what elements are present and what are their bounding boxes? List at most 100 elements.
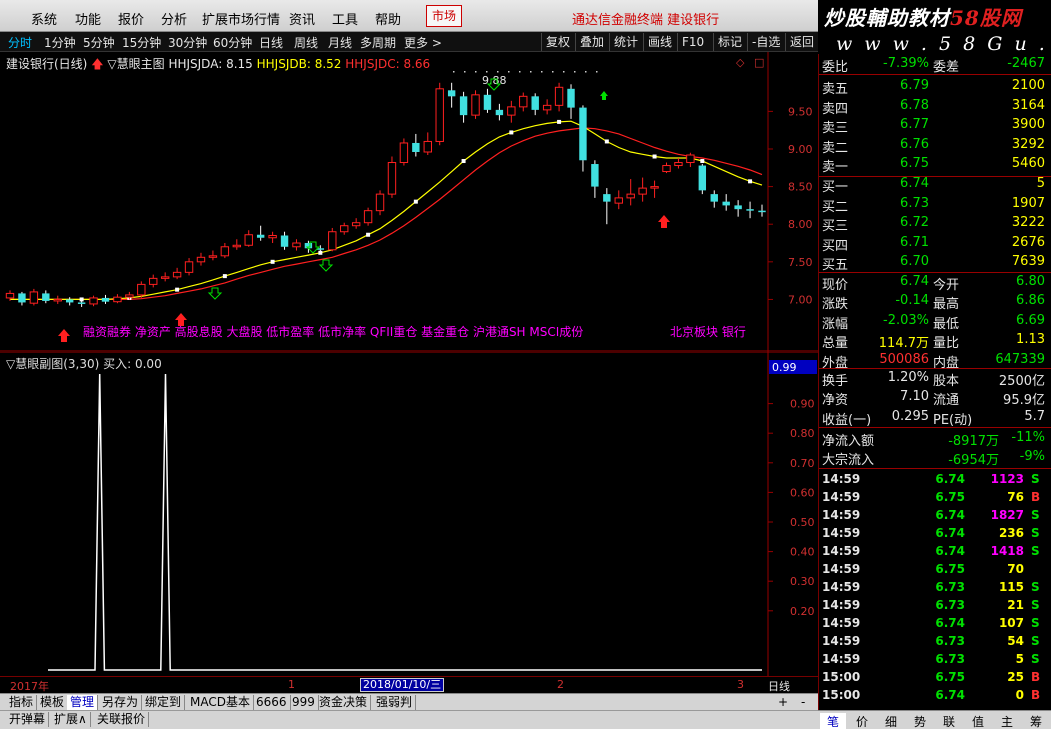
hhjsjdc-line bbox=[10, 127, 763, 300]
menu-function[interactable]: 功能 bbox=[75, 9, 101, 28]
right-tab[interactable]: 势 bbox=[907, 713, 933, 729]
sub-indicator-chart[interactable]: 0.90 0.80 0.70 0.60 0.50 0.40 0.30 0.20 0.99 ▽慧… bbox=[0, 351, 818, 676]
ask-volume: 5460 bbox=[1011, 156, 1045, 172]
zoom-in-button[interactable]: + bbox=[775, 695, 791, 710]
bid-label: 买三 bbox=[822, 219, 849, 235]
tool-back-button[interactable]: 返回 bbox=[785, 33, 818, 51]
period-1min[interactable]: 1分钟 bbox=[44, 34, 76, 51]
candle-body bbox=[758, 210, 766, 213]
main-chart-svg[interactable]: 9.50 9.00 8.50 8.00 7.50 7.00 9.88 融资融券 净资产 高… bbox=[0, 52, 818, 352]
menu-system[interactable]: 系统 bbox=[31, 9, 57, 28]
tool-draw-button[interactable]: 画线 bbox=[643, 33, 676, 51]
tab-6666[interactable]: 6666 bbox=[253, 695, 291, 710]
candle bbox=[172, 267, 182, 280]
tab-fund-decision[interactable]: 资金决策 bbox=[316, 695, 372, 710]
period-more[interactable]: 更多 > bbox=[404, 34, 442, 51]
menu-quote[interactable]: 报价 bbox=[118, 9, 144, 28]
right-tab[interactable]: 值 bbox=[965, 713, 991, 729]
marker-dot bbox=[486, 71, 488, 73]
candle-body bbox=[89, 297, 98, 305]
tool-overlay-button[interactable]: 叠加 bbox=[575, 33, 608, 51]
ask-row: 卖三 6.77 3900 bbox=[819, 117, 1051, 136]
tool-adjust-button[interactable]: 复权 bbox=[541, 33, 574, 51]
tab-bind-to[interactable]: 绑定到 bbox=[142, 695, 186, 710]
menu-extended-market[interactable]: 扩展市场行情 bbox=[202, 9, 280, 28]
candle-body bbox=[399, 142, 409, 164]
tick-price: 6.74 bbox=[935, 472, 965, 486]
candle-body bbox=[280, 235, 289, 247]
main-kline-chart[interactable]: 9.50 9.00 8.50 8.00 7.50 7.00 9.88 融资融券 净资产 高… bbox=[0, 52, 818, 352]
menu-news[interactable]: 资讯 bbox=[289, 9, 315, 28]
period-5min[interactable]: 5分钟 bbox=[83, 34, 115, 51]
tab-template[interactable]: 模板 bbox=[37, 695, 69, 710]
candle bbox=[674, 158, 683, 169]
marker-dot bbox=[519, 71, 521, 73]
candle bbox=[614, 190, 623, 210]
candle bbox=[412, 133, 420, 157]
period-label[interactable]: 日线 bbox=[768, 678, 790, 694]
tab-manage[interactable]: 管理 bbox=[67, 695, 99, 710]
window-icon[interactable]: □ bbox=[754, 56, 764, 69]
tick-price: 6.74 bbox=[935, 508, 965, 522]
tab-expand[interactable]: 扩展∧ bbox=[51, 712, 91, 727]
candle-body bbox=[567, 88, 575, 108]
menu-tools[interactable]: 工具 bbox=[332, 9, 358, 28]
right-tab[interactable]: 价 bbox=[849, 713, 875, 729]
period-timeshare[interactable]: 分时 bbox=[8, 34, 32, 51]
bid-price: 6.73 bbox=[900, 195, 929, 211]
tick-row: 14:59 6.74 236 S bbox=[819, 526, 1051, 544]
period-60min[interactable]: 60分钟 bbox=[213, 34, 252, 51]
candle bbox=[686, 152, 695, 168]
marker-dot bbox=[453, 71, 455, 73]
tab-save-as[interactable]: 另存为 bbox=[99, 695, 143, 710]
period-15min[interactable]: 15分钟 bbox=[122, 34, 161, 51]
period-30min[interactable]: 30分钟 bbox=[168, 34, 207, 51]
candle-body bbox=[519, 95, 528, 108]
period-monthly[interactable]: 月线 bbox=[328, 34, 352, 51]
candle-body bbox=[423, 140, 432, 153]
period-toolbar: 分时 1分钟 5分钟 15分钟 30分钟 60分钟 日线 周线 月线 多周期 更… bbox=[0, 32, 818, 52]
tool-mark-button[interactable]: 标记 bbox=[713, 33, 746, 51]
hhjsjda-label: HHJSJDA: 8.15 bbox=[168, 57, 253, 71]
buy-arrow-icon bbox=[58, 329, 70, 342]
tab-related-quote[interactable]: 关联报价 bbox=[94, 712, 150, 727]
candle-body bbox=[42, 293, 50, 301]
candle bbox=[579, 105, 587, 172]
candle bbox=[542, 99, 552, 115]
candle bbox=[160, 272, 170, 282]
candle bbox=[280, 231, 289, 250]
right-tab[interactable]: 联 bbox=[936, 713, 962, 729]
right-tab[interactable]: 筹 bbox=[1023, 713, 1049, 729]
sub-chart-svg[interactable]: 0.90 0.80 0.70 0.60 0.50 0.40 0.30 0.20 0.99 bbox=[0, 351, 818, 676]
right-tab[interactable]: 主 bbox=[994, 713, 1020, 729]
tab-strength[interactable]: 强弱判 bbox=[373, 695, 417, 710]
period-daily[interactable]: 日线 bbox=[259, 34, 283, 51]
period-multi[interactable]: 多周期 bbox=[360, 34, 396, 51]
tool-watchlist-button[interactable]: -自选 bbox=[747, 33, 784, 51]
indicator-name[interactable]: ▽慧眼主图 bbox=[107, 57, 164, 71]
tool-f10-button[interactable]: F10 bbox=[677, 33, 708, 51]
period-weekly[interactable]: 周线 bbox=[294, 34, 318, 51]
candle bbox=[423, 132, 432, 156]
zoom-out-button[interactable]: - bbox=[798, 695, 808, 710]
candle-body bbox=[412, 142, 420, 152]
right-tab[interactable]: 细 bbox=[878, 713, 904, 729]
tick-time: 14:59 bbox=[822, 490, 861, 504]
tab-macd[interactable]: MACD基本 bbox=[187, 695, 254, 710]
fund-value-2: 5.7 bbox=[1024, 408, 1045, 424]
candle-body bbox=[29, 291, 39, 304]
marker-dot bbox=[574, 71, 576, 73]
tick-row: 15:00 6.74 0 B bbox=[819, 688, 1051, 706]
stat-value: 500086 bbox=[879, 351, 929, 367]
tab-999[interactable]: 999 bbox=[289, 695, 319, 710]
tab-indicator[interactable]: 指标 bbox=[6, 695, 38, 710]
diamond-icon[interactable]: ◇ bbox=[736, 56, 745, 69]
tool-stats-button[interactable]: 统计 bbox=[609, 33, 642, 51]
menu-analysis[interactable]: 分析 bbox=[161, 9, 187, 28]
right-tab[interactable]: 笔 bbox=[820, 713, 846, 729]
candle-body bbox=[638, 187, 647, 195]
tab-danmaku[interactable]: 开弹幕 bbox=[6, 712, 50, 727]
stat-value: -2.03% bbox=[883, 312, 929, 328]
market-button[interactable]: 市场 bbox=[426, 5, 462, 27]
menu-help[interactable]: 帮助 bbox=[375, 9, 401, 28]
